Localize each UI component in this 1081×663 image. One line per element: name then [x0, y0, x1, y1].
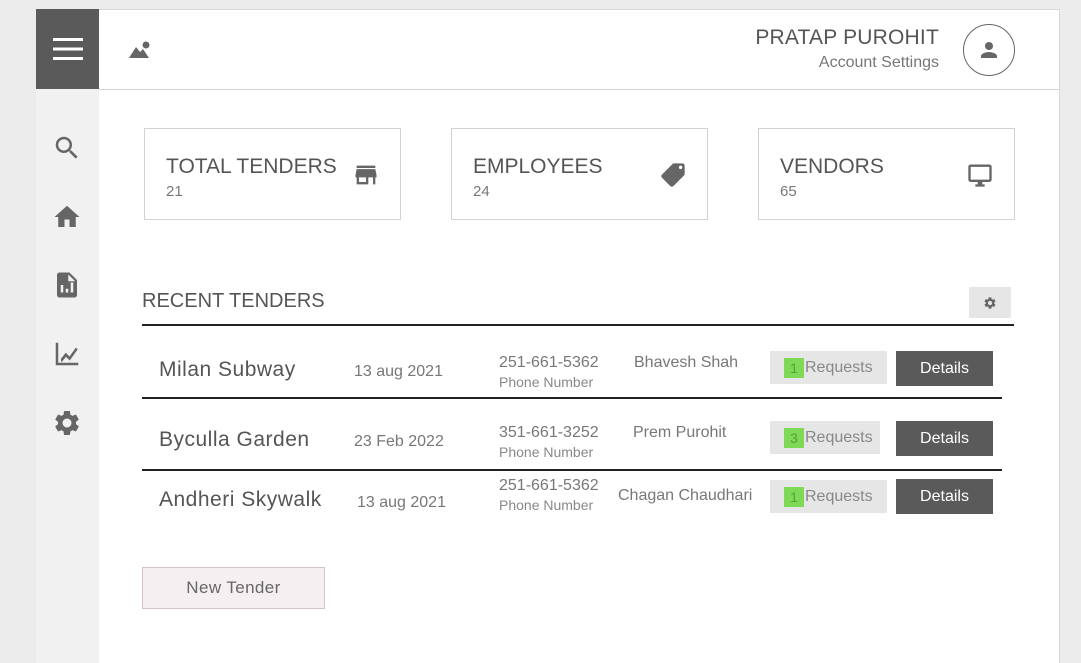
details-button[interactable]: Details	[896, 479, 993, 514]
section-divider	[142, 324, 1014, 326]
table-row: Byculla Garden 23 Feb 2022 351-661-3252 …	[142, 410, 1002, 470]
requests-label: Requests	[805, 428, 873, 446]
sidebar-item-home[interactable]	[50, 200, 84, 234]
user-name: PRATAP PUROHIT	[755, 26, 939, 49]
tender-phone: 351-661-3252	[499, 424, 599, 441]
new-tender-button[interactable]: New Tender	[142, 567, 325, 609]
header: PRATAP PUROHIT Account Settings	[99, 9, 1060, 90]
details-button[interactable]: Details	[896, 421, 993, 456]
monitor-icon	[966, 161, 994, 189]
table-row: Andheri Skywalk 13 aug 2021 251-661-5362…	[142, 472, 1002, 532]
user-icon	[981, 42, 997, 58]
row-divider	[142, 397, 1002, 399]
logo-icon	[129, 41, 150, 58]
tag-icon	[659, 161, 687, 189]
requests-label: Requests	[805, 358, 873, 376]
stat-value: 65	[780, 183, 797, 200]
request-count-badge: 1	[784, 486, 804, 507]
section-title: RECENT TENDERS	[142, 290, 325, 312]
stat-title: VENDORS	[780, 155, 884, 178]
report-icon	[57, 272, 77, 298]
stat-card-vendors: VENDORS 65	[758, 128, 1015, 220]
chart-icon	[55, 342, 79, 366]
tender-contact: Prem Purohit	[633, 424, 727, 441]
requests-button[interactable]: 3 Requests	[770, 421, 880, 454]
stat-title: EMPLOYEES	[473, 155, 603, 178]
search-icon	[55, 136, 78, 159]
app-frame	[36, 9, 1060, 663]
tender-date: 13 aug 2021	[354, 363, 443, 380]
request-count-badge: 3	[784, 427, 804, 448]
gear-icon	[984, 296, 996, 309]
sidebar-item-analytics[interactable]	[50, 337, 84, 371]
details-button[interactable]: Details	[896, 351, 993, 386]
sidebar-item-search[interactable]	[50, 131, 84, 165]
home-icon	[54, 205, 80, 227]
tender-contact: Chagan Chaudhari	[618, 487, 753, 504]
phone-label: Phone Number	[499, 444, 594, 460]
gear-icon	[55, 410, 79, 435]
requests-button[interactable]: 1 Requests	[770, 351, 887, 384]
row-divider	[142, 469, 1002, 471]
tender-phone: 251-661-5362	[499, 477, 599, 494]
avatar[interactable]	[963, 24, 1015, 76]
stat-value: 21	[166, 183, 183, 200]
phone-label: Phone Number	[499, 497, 594, 513]
tender-date: 23 Feb 2022	[354, 433, 444, 450]
stat-card-employees: EMPLOYEES 24	[451, 128, 708, 220]
tender-contact: Bhavesh Shah	[634, 354, 739, 371]
sidebar	[36, 9, 99, 663]
sidebar-item-settings[interactable]	[50, 406, 84, 440]
tender-date: 13 aug 2021	[357, 494, 446, 511]
tender-phone: 251-661-5362	[499, 354, 599, 371]
request-count-badge: 1	[784, 357, 804, 378]
phone-label: Phone Number	[499, 374, 594, 390]
tender-name: Byculla Garden	[159, 428, 310, 451]
hamburger-icon	[52, 38, 83, 60]
menu-button[interactable]	[36, 9, 99, 89]
requests-button[interactable]: 1 Requests	[770, 480, 887, 513]
account-settings-link[interactable]: Account Settings	[819, 54, 939, 72]
sidebar-item-reports[interactable]	[50, 268, 84, 302]
store-icon	[352, 161, 380, 189]
table-settings-button[interactable]	[969, 287, 1011, 318]
stat-value: 24	[473, 183, 490, 200]
tender-name: Milan Subway	[159, 358, 296, 381]
tender-name: Andheri Skywalk	[159, 488, 322, 511]
table-row: Milan Subway 13 aug 2021 251-661-5362 Ph…	[142, 340, 1002, 400]
stat-title: TOTAL TENDERS	[166, 155, 337, 178]
stat-card-total-tenders: TOTAL TENDERS 21	[144, 128, 401, 220]
requests-label: Requests	[805, 487, 873, 505]
